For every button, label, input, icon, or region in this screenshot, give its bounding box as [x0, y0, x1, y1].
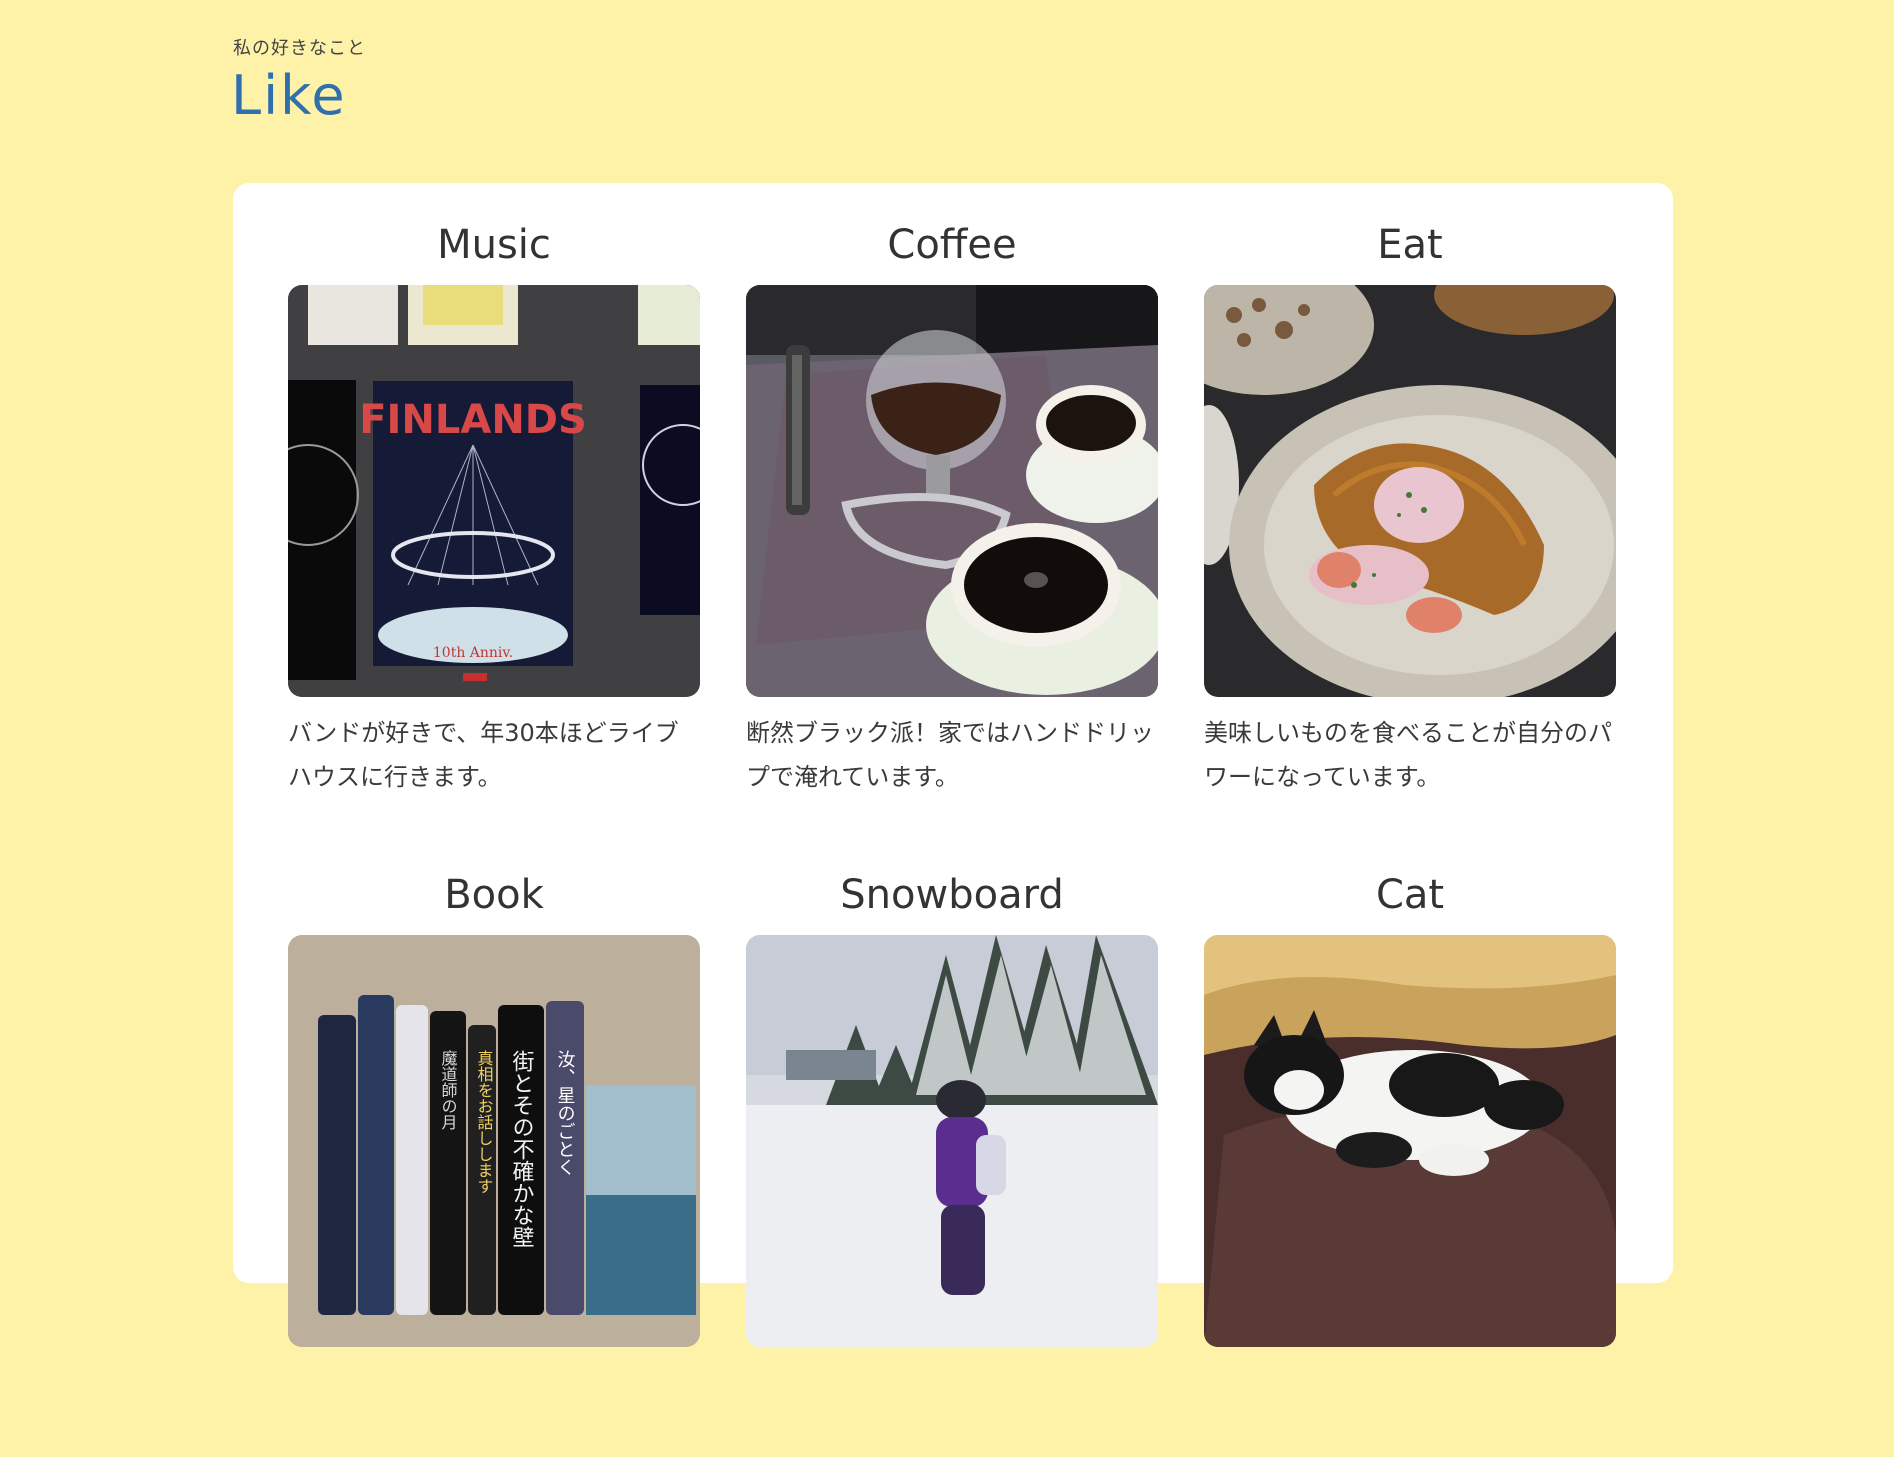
like-item-description: 断然ブラック派！家ではハンドドリップで淹れています。	[746, 719, 1154, 791]
poster-subtitle: 10th Anniv.	[433, 645, 513, 661]
like-item-coffee: Coffee 断然ブラック派！家ではハンドドリップで淹れています。	[746, 217, 1158, 807]
sleeping-cat-photo	[1204, 935, 1616, 1347]
like-item-eat: Eat 美味しいものを食べることが自分のパワーになっています。	[1204, 217, 1616, 807]
like-item-description: バンドが好きで、年30本ほどライブハウスに行きます。	[288, 719, 679, 791]
like-item-title: Book	[444, 872, 544, 918]
page: 私の好きなこと Like Music FINLANDS 10th Anniv. …	[0, 0, 1894, 1347]
fried-fish-plate-photo	[1204, 285, 1616, 697]
svg-text:真相をお話しします: 真相をお話しします	[475, 1050, 494, 1194]
like-item-description	[746, 1361, 1158, 1457]
concert-poster-photo: FINLANDS 10th Anniv.	[288, 285, 700, 697]
like-item-title: Cat	[1375, 872, 1445, 918]
section-title: Like	[231, 64, 347, 127]
like-item-music: Music FINLANDS 10th Anniv. バンドが好きで、年30本ほ…	[288, 217, 700, 807]
like-item-title: Music	[437, 222, 551, 268]
coffee-siphon-photo	[746, 285, 1158, 697]
like-item-title: Coffee	[887, 222, 1017, 268]
likes-grid: Music FINLANDS 10th Anniv. バンドが好きで、年30本ほ…	[288, 217, 1616, 1457]
books-stack-photo: 街とその不確かな壁 魔道師の月 真相をお話しします 汝、星のごとく	[288, 935, 700, 1347]
snowboard-slope-photo	[746, 935, 1158, 1347]
svg-text:魔道師の月: 魔道師の月	[439, 1050, 458, 1131]
like-item-title: Eat	[1377, 222, 1443, 268]
svg-text:汝、星のごとく: 汝、星のごとく	[555, 1050, 576, 1176]
like-item-description: 美味しいものを食べることが自分のパワーになっています。	[1204, 719, 1612, 791]
poster-title: FINLANDS	[359, 397, 587, 443]
like-item-snowboard: Snowboard	[746, 867, 1158, 1457]
like-item-cat: Cat	[1204, 867, 1616, 1457]
like-item-book: Book 街とその不確かな壁 魔道師の月 真相をお話しします 汝、星のごとく	[288, 867, 700, 1457]
like-item-title: Snowboard	[840, 872, 1064, 918]
svg-text:街とその不確かな壁: 街とその不確かな壁	[509, 1050, 535, 1248]
section-subtitle: 私の好きなこと	[233, 38, 366, 59]
like-item-description	[288, 1361, 700, 1457]
likes-card: Music FINLANDS 10th Anniv. バンドが好きで、年30本ほ…	[233, 183, 1673, 1347]
like-item-description	[1204, 1361, 1616, 1457]
